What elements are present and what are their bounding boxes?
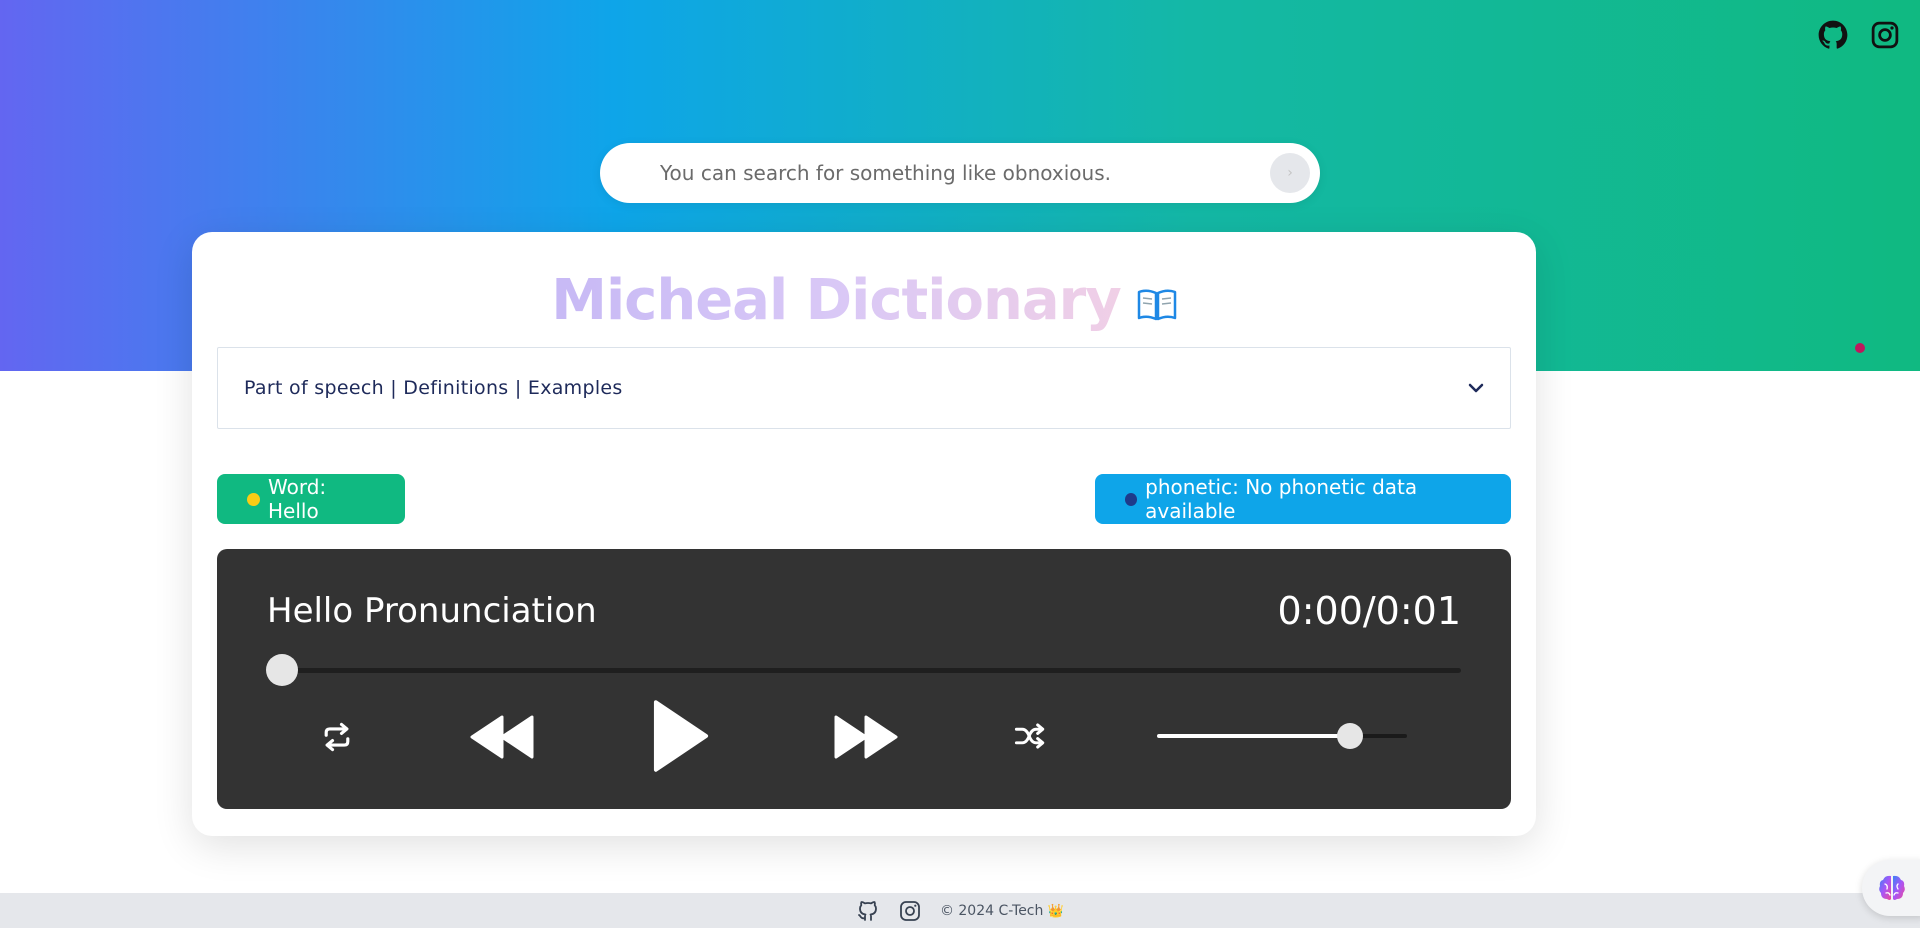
play-icon	[653, 700, 709, 772]
search-bar: ›	[600, 143, 1320, 203]
instagram-icon	[1871, 21, 1899, 49]
instagram-link[interactable]	[1870, 20, 1900, 50]
copyright-text: © 2024 C-Tech 👑	[940, 903, 1064, 919]
volume-handle[interactable]	[1336, 723, 1363, 749]
word-badge: Word: Hello	[217, 474, 405, 524]
social-links	[1818, 20, 1900, 50]
phonetic-badge: phonetic: No phonetic data available	[1095, 474, 1511, 524]
instagram-icon[interactable]	[898, 899, 922, 923]
decorative-dot	[1855, 343, 1865, 353]
word-badge-label: Word: Hello	[267, 475, 327, 523]
search-input[interactable]	[600, 143, 1270, 203]
title-row: Micheal Dictionary	[192, 268, 1536, 333]
github-link[interactable]	[1818, 20, 1848, 50]
repeat-icon	[324, 722, 350, 752]
progress-bar[interactable]	[267, 668, 1461, 673]
accordion-label: Part of speech | Definitions | Examples	[244, 377, 623, 399]
brain-icon	[1879, 875, 1905, 900]
rewind-icon	[470, 715, 534, 759]
search-button[interactable]: ›	[1270, 153, 1310, 193]
footer: © 2024 C-Tech 👑	[0, 893, 1920, 928]
assistant-widget[interactable]	[1862, 860, 1920, 916]
audio-player: Hello Pronunciation 0:00/0:01	[217, 549, 1511, 809]
volume-slider[interactable]	[1157, 734, 1407, 738]
chevron-down-icon[interactable]	[1466, 378, 1486, 398]
crown-icon: 👑	[1047, 903, 1065, 919]
definitions-accordion[interactable]: Part of speech | Definitions | Examples	[217, 347, 1511, 429]
github-icon[interactable]	[856, 899, 880, 923]
open-book-icon	[1137, 280, 1177, 322]
fast-forward-icon	[834, 715, 898, 759]
status-dot	[247, 492, 260, 506]
track-time: 0:00/0:01	[1277, 589, 1461, 633]
copyright-label: © 2024 C-Tech	[939, 902, 1044, 919]
page-title: Micheal Dictionary	[551, 268, 1122, 333]
dictionary-card: Micheal Dictionary Part of speech | Defi…	[192, 232, 1536, 836]
volume-fill	[1157, 734, 1350, 738]
github-icon	[1818, 20, 1848, 49]
status-dot	[1125, 492, 1138, 506]
rewind-button[interactable]	[469, 709, 535, 765]
shuffle-icon	[1014, 723, 1045, 749]
fast-forward-button[interactable]	[833, 709, 899, 765]
repeat-button[interactable]	[317, 717, 357, 757]
play-button[interactable]	[649, 694, 713, 778]
phonetic-badge-label: phonetic: No phonetic data available	[1145, 475, 1418, 523]
shuffle-button[interactable]	[1011, 717, 1049, 755]
track-title: Hello Pronunciation	[267, 591, 597, 631]
progress-handle[interactable]	[266, 654, 298, 686]
